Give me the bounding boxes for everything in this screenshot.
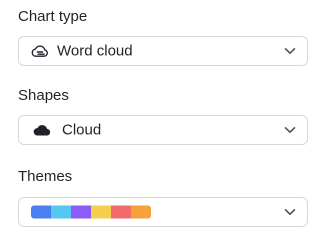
chart-type-select[interactable]: Word cloud bbox=[18, 36, 308, 66]
chart-type-label: Chart type bbox=[18, 8, 88, 25]
chevron-down-icon bbox=[284, 208, 296, 216]
chevron-down-icon bbox=[284, 47, 296, 55]
theme-swatch bbox=[91, 205, 111, 219]
themes-select[interactable] bbox=[18, 197, 308, 227]
theme-swatch bbox=[111, 205, 131, 219]
word-cloud-icon bbox=[31, 44, 49, 58]
shapes-value: Cloud bbox=[62, 121, 102, 139]
chart-type-value: Word cloud bbox=[57, 42, 133, 60]
chevron-down-icon bbox=[284, 126, 296, 134]
shapes-select[interactable]: Cloud bbox=[18, 115, 308, 145]
themes-label: Themes bbox=[18, 168, 73, 185]
cloud-icon bbox=[33, 124, 51, 136]
shapes-label: Shapes bbox=[18, 87, 69, 104]
theme-swatch bbox=[51, 205, 71, 219]
theme-swatch bbox=[31, 205, 51, 219]
theme-swatch bbox=[131, 205, 151, 219]
theme-swatch bbox=[71, 205, 91, 219]
theme-color-swatches bbox=[31, 205, 151, 219]
